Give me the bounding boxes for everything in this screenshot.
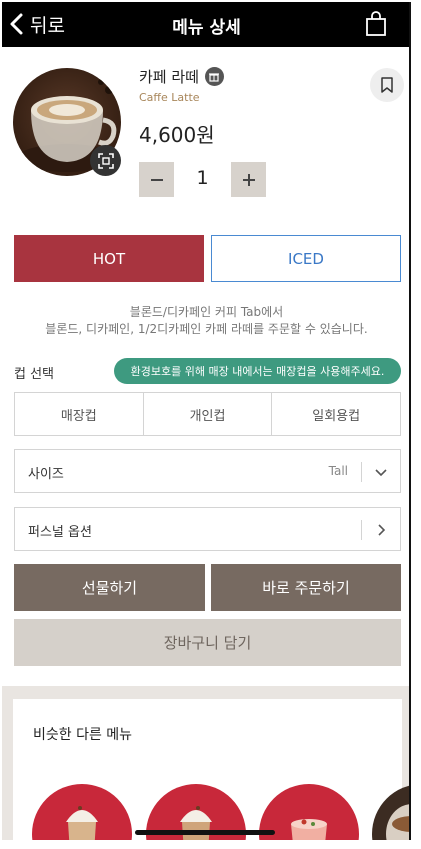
- app-frame: 뒤로 메뉴 상세 카페 라떼 Caffe Latte 4,600원 1 HOT …: [0, 0, 421, 849]
- similar-item[interactable]: [32, 784, 132, 840]
- chevron-right-icon: [378, 524, 386, 536]
- personal-option-row[interactable]: 퍼스널 옵션: [14, 507, 401, 551]
- cup-select-label: 컵 선택: [14, 367, 55, 382]
- expand-icon: [97, 152, 114, 169]
- menu-detail-screen: 뒤로 메뉴 상세 카페 라떼 Caffe Latte 4,600원 1 HOT …: [2, 2, 411, 840]
- decaf-notice-line2: 블론드, 디카페인, 1/2디카페인 카페 라떼를 주문할 수 있습니다.: [45, 322, 368, 336]
- divider: [361, 520, 362, 540]
- product-name-english: Caffe Latte: [139, 91, 200, 104]
- cup-badge-icon: [204, 67, 224, 86]
- order-now-button[interactable]: 바로 주문하기: [211, 564, 401, 611]
- add-to-cart-button[interactable]: 장바구니 담기: [14, 619, 401, 666]
- product-name: 카페 라떼: [139, 68, 199, 86]
- quantity-decrease-button[interactable]: [139, 162, 174, 197]
- similar-menu-section: 비슷한 다른 메뉴: [2, 686, 409, 840]
- top-nav-bar: 뒤로 메뉴 상세: [2, 2, 409, 47]
- page-title: 메뉴 상세: [172, 18, 241, 38]
- frappuccino-image: [66, 806, 98, 840]
- iced-option-button[interactable]: ICED: [211, 235, 401, 282]
- plus-icon: [242, 173, 255, 186]
- cup-options: 매장컵 개인컵 일회용컵: [14, 392, 401, 436]
- eco-notice-badge: 환경보호를 위해 매장 내에서는 매장컵을 사용해주세요.: [114, 358, 401, 384]
- size-dropdown[interactable]: 사이즈 Tall: [14, 449, 401, 493]
- product-price: 4,600원: [139, 123, 215, 147]
- quantity-value: 1: [196, 167, 209, 189]
- cup-option-personal[interactable]: 개인컵: [142, 393, 272, 435]
- cup-option-disposable[interactable]: 일회용컵: [271, 393, 400, 435]
- chevron-down-icon: [375, 469, 387, 477]
- size-value: Tall: [328, 464, 348, 478]
- bookmark-icon: [381, 77, 393, 93]
- gift-button[interactable]: 선물하기: [14, 564, 205, 611]
- divider: [361, 462, 362, 482]
- coffee-image: [386, 804, 409, 840]
- similar-menu-card: 비슷한 다른 메뉴: [13, 699, 409, 840]
- hot-option-button[interactable]: HOT: [14, 235, 204, 282]
- similar-item[interactable]: [372, 784, 409, 840]
- decaf-notice-line1: 블론드/디카페인 커피 Tab에서: [129, 305, 284, 319]
- shopping-bag-icon[interactable]: [365, 11, 387, 37]
- bookmark-button[interactable]: [370, 68, 404, 102]
- cup-option-store[interactable]: 매장컵: [15, 393, 143, 435]
- similar-menu-title: 비슷한 다른 메뉴: [33, 727, 133, 743]
- minus-icon: [150, 178, 163, 181]
- size-label: 사이즈: [28, 467, 64, 482]
- personal-option-label: 퍼스널 옵션: [28, 525, 92, 540]
- quantity-increase-button[interactable]: [231, 162, 266, 197]
- zoom-image-button[interactable]: [90, 145, 121, 176]
- product-name-row: 카페 라떼: [139, 66, 224, 87]
- home-indicator: [135, 830, 275, 835]
